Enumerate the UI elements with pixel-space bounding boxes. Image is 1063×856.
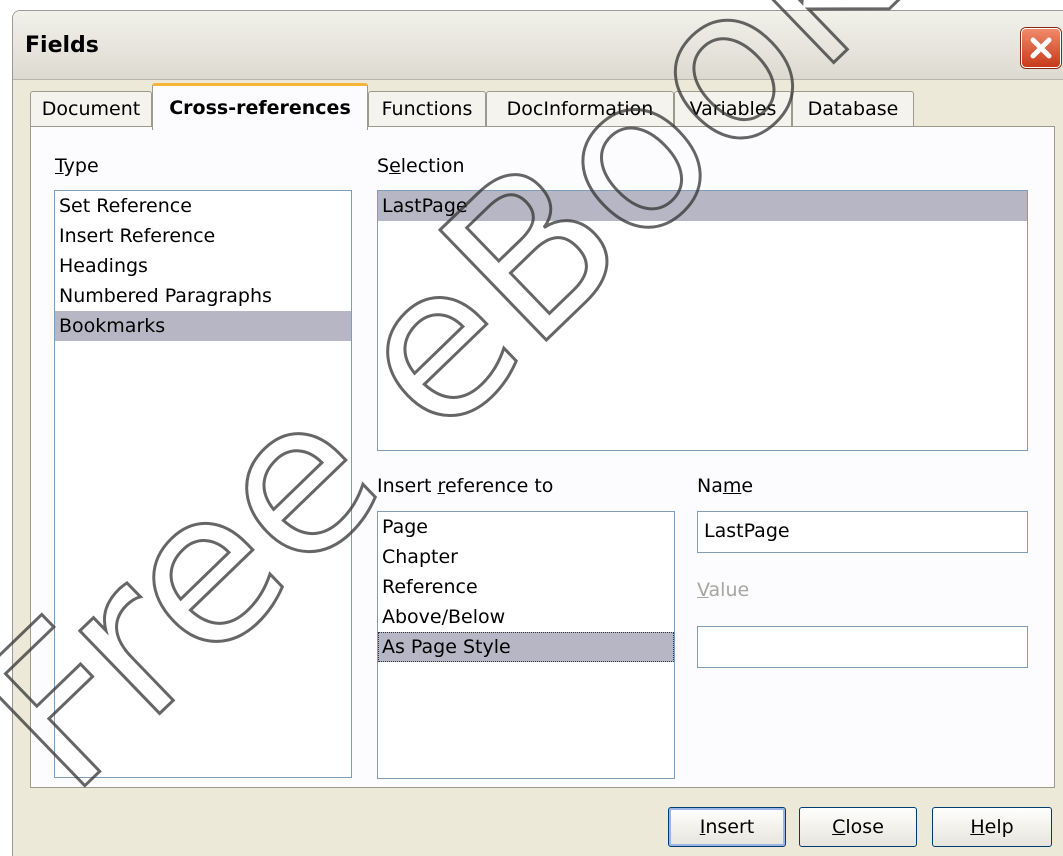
tab-cross-references[interactable]: Cross-references <box>152 83 368 130</box>
help-button[interactable]: Help <box>932 807 1052 847</box>
insert-reference-label: Insert reference to <box>377 475 554 497</box>
tab-functions[interactable]: Functions <box>368 91 486 126</box>
selection-item-lastpage[interactable]: LastPage <box>378 191 1027 221</box>
tab-document[interactable]: Document <box>30 91 152 126</box>
insert-ref-item-as-page-style[interactable]: As Page Style <box>378 632 674 662</box>
insert-button[interactable]: Insert <box>668 807 786 847</box>
name-label: Name <box>697 475 754 497</box>
fields-dialog: Fields Document Cross-references Functio… <box>12 10 1063 856</box>
dialog-title: Fields <box>25 33 99 58</box>
tab-database[interactable]: Database <box>792 91 914 126</box>
insert-reference-list[interactable]: Page Chapter Reference Above/Below As Pa… <box>377 511 675 779</box>
close-button[interactable]: Close <box>799 807 917 847</box>
insert-ref-item-page[interactable]: Page <box>378 512 674 542</box>
type-list[interactable]: Set Reference Insert Reference Headings … <box>54 190 352 778</box>
type-item-bookmarks[interactable]: Bookmarks <box>55 311 351 341</box>
value-field[interactable] <box>697 626 1028 668</box>
type-item-insert-reference[interactable]: Insert Reference <box>55 221 351 251</box>
tab-docinformation[interactable]: DocInformation <box>486 91 674 126</box>
selection-list[interactable]: LastPage <box>377 190 1028 451</box>
cross-references-panel: Type Set Reference Insert Reference Head… <box>30 126 1055 788</box>
type-label: Type <box>55 155 99 177</box>
type-item-set-reference[interactable]: Set Reference <box>55 191 351 221</box>
value-label: Value <box>697 579 750 601</box>
close-window-button[interactable] <box>1021 28 1061 68</box>
insert-ref-item-above-below[interactable]: Above/Below <box>378 602 674 632</box>
close-icon <box>1030 37 1052 59</box>
name-field[interactable]: LastPage <box>697 511 1028 553</box>
insert-ref-item-reference[interactable]: Reference <box>378 572 674 602</box>
type-item-headings[interactable]: Headings <box>55 251 351 281</box>
insert-ref-item-chapter[interactable]: Chapter <box>378 542 674 572</box>
title-bar[interactable]: Fields <box>13 11 1063 80</box>
tab-variables[interactable]: Variables <box>674 91 792 126</box>
type-item-numbered-paragraphs[interactable]: Numbered Paragraphs <box>55 281 351 311</box>
selection-label: Selection <box>377 155 465 177</box>
